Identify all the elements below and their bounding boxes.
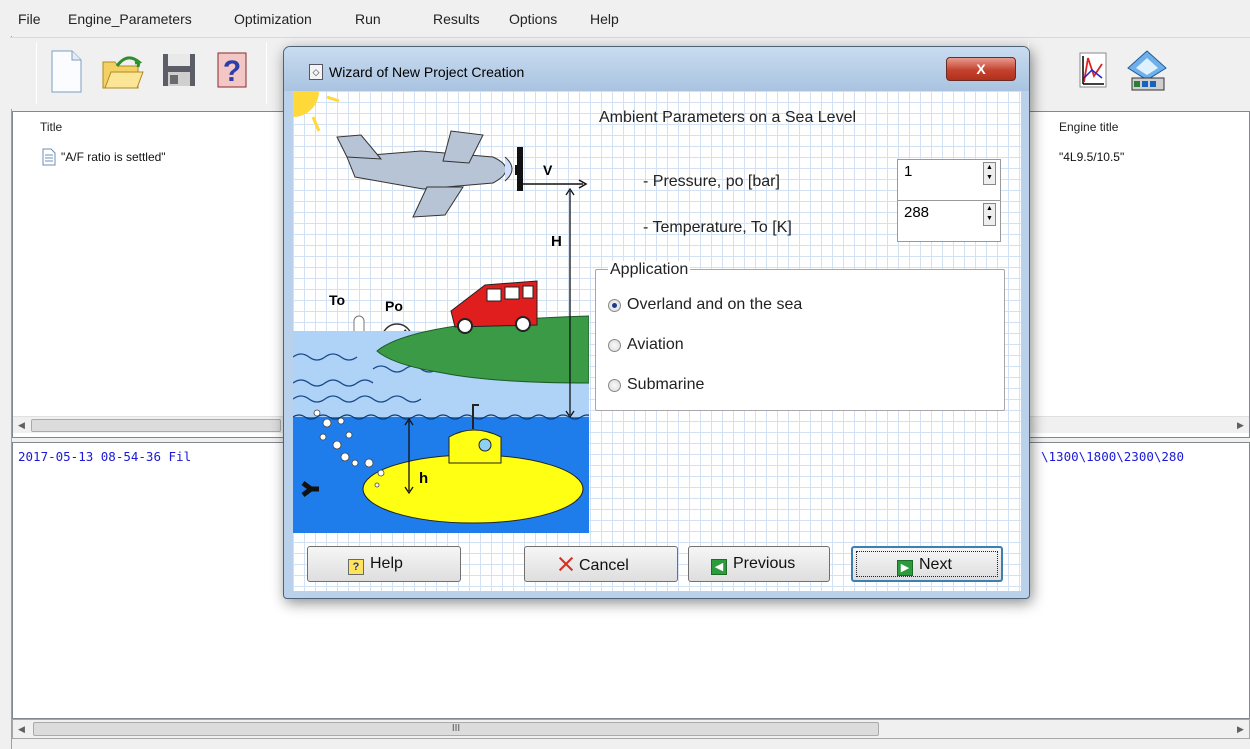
radio-button[interactable] [608,299,621,312]
next-button[interactable]: ▶ Next [851,546,1003,582]
log-horizontal-scrollbar[interactable]: ◀ III ▶ [12,719,1250,739]
toolbar-separator [266,42,267,104]
radio-label[interactable]: Submarine [627,376,704,394]
scroll-right-icon[interactable]: ▶ [1232,721,1249,738]
toolbar-separator [36,42,37,104]
velocity-arrow [523,179,588,189]
chart-icon[interactable] [1070,48,1116,94]
column-header-engine-title[interactable]: Engine title [1059,112,1118,142]
application-group: Application Overland and on the sea Avia… [595,261,1005,411]
row-document-icon [41,148,57,169]
spin-arrows-icon[interactable]: ▲ ▼ [983,162,996,185]
temperature-spinner[interactable]: 288 ▲ ▼ [897,200,1001,242]
cancel-button-label: Cancel [579,557,629,574]
scrollbar-thumb[interactable] [31,419,281,432]
dialog-client: V To Po H h Ambient Parameters on a Sea … [293,91,1021,591]
next-button-label: Next [919,556,952,573]
row-title: "A/F ratio is settled" [61,150,166,164]
menu-bar: File Engine_Parameters Optimization Run … [0,0,1250,36]
temperature-symbol-label: To [329,292,345,308]
menu-results[interactable]: Results [433,11,480,27]
altitude-label: H [551,233,562,250]
cancel-x-icon [557,555,575,573]
menu-file[interactable]: File [18,11,41,27]
dialog-title: Wizard of New Project Creation [329,64,525,80]
menu-optimization[interactable]: Optimization [234,11,312,27]
arrow-left-icon: ◀ [711,559,727,575]
scrollbar-thumb[interactable]: III [33,722,879,736]
car-icon [450,280,538,334]
left-rail [0,36,12,749]
ambient-illustration: V To Po H h [293,91,589,533]
scroll-left-icon[interactable]: ◀ [13,417,30,434]
depth-label: h [419,470,428,487]
sun-icon [293,91,319,117]
dialog-titlebar[interactable]: ◇ Wizard of New Project Creation X [284,47,1029,91]
row-engine-title: "4L9.5/10.5" [1059,150,1125,164]
menu-run[interactable]: Run [355,11,381,27]
window-icon: ◇ [309,64,323,80]
radio-label[interactable]: Overland and on the sea [627,296,802,314]
save-disk-icon[interactable] [156,48,202,94]
wizard-dialog: ◇ Wizard of New Project Creation X V To [283,46,1030,599]
pressure-symbol-label: Po [385,298,403,314]
pressure-spinner[interactable]: 1 ▲ ▼ [897,159,1001,201]
spin-arrows-icon[interactable]: ▲ ▼ [983,203,996,226]
temperature-label: - Temperature, To [K] [643,219,792,236]
menu-engine-parameters[interactable]: Engine_Parameters [68,11,192,27]
scroll-left-icon[interactable]: ◀ [13,721,30,738]
open-folder-icon[interactable] [99,48,145,94]
previous-button[interactable]: ◀ Previous [688,546,830,582]
help-button[interactable]: ? Help [307,546,461,582]
help-icon[interactable]: ? [209,48,255,94]
new-document-icon[interactable] [44,48,90,94]
help-icon: ? [348,559,364,575]
arrow-right-icon: ▶ [897,560,913,576]
radio-button[interactable] [608,339,621,352]
section-title: Ambient Parameters on a Sea Level [599,109,857,126]
airplane-icon [336,130,523,218]
close-button[interactable]: X [946,57,1016,81]
video-icon[interactable] [1124,48,1170,94]
svg-text:?: ? [223,55,241,88]
cancel-button[interactable]: Cancel [524,546,678,582]
help-button-label: Help [370,555,403,572]
temperature-value[interactable]: 288 [904,204,929,221]
velocity-label: V [543,162,553,178]
log-line-right: \1300\1800\2300\280 [1041,449,1184,464]
sun-ray-icon [311,95,340,132]
previous-button-label: Previous [733,555,796,572]
radio-button[interactable] [608,379,621,392]
column-header-title[interactable]: Title [40,112,62,142]
pressure-label: - Pressure, po [bar] [643,173,780,190]
radio-label[interactable]: Aviation [627,336,684,354]
menu-options[interactable]: Options [509,11,557,27]
log-line-left: 2017-05-13 08-54-36 Fil [18,449,192,464]
menu-help[interactable]: Help [590,11,619,27]
application-legend: Application [608,261,691,279]
pressure-value[interactable]: 1 [904,163,912,180]
scroll-right-icon[interactable]: ▶ [1232,417,1249,434]
